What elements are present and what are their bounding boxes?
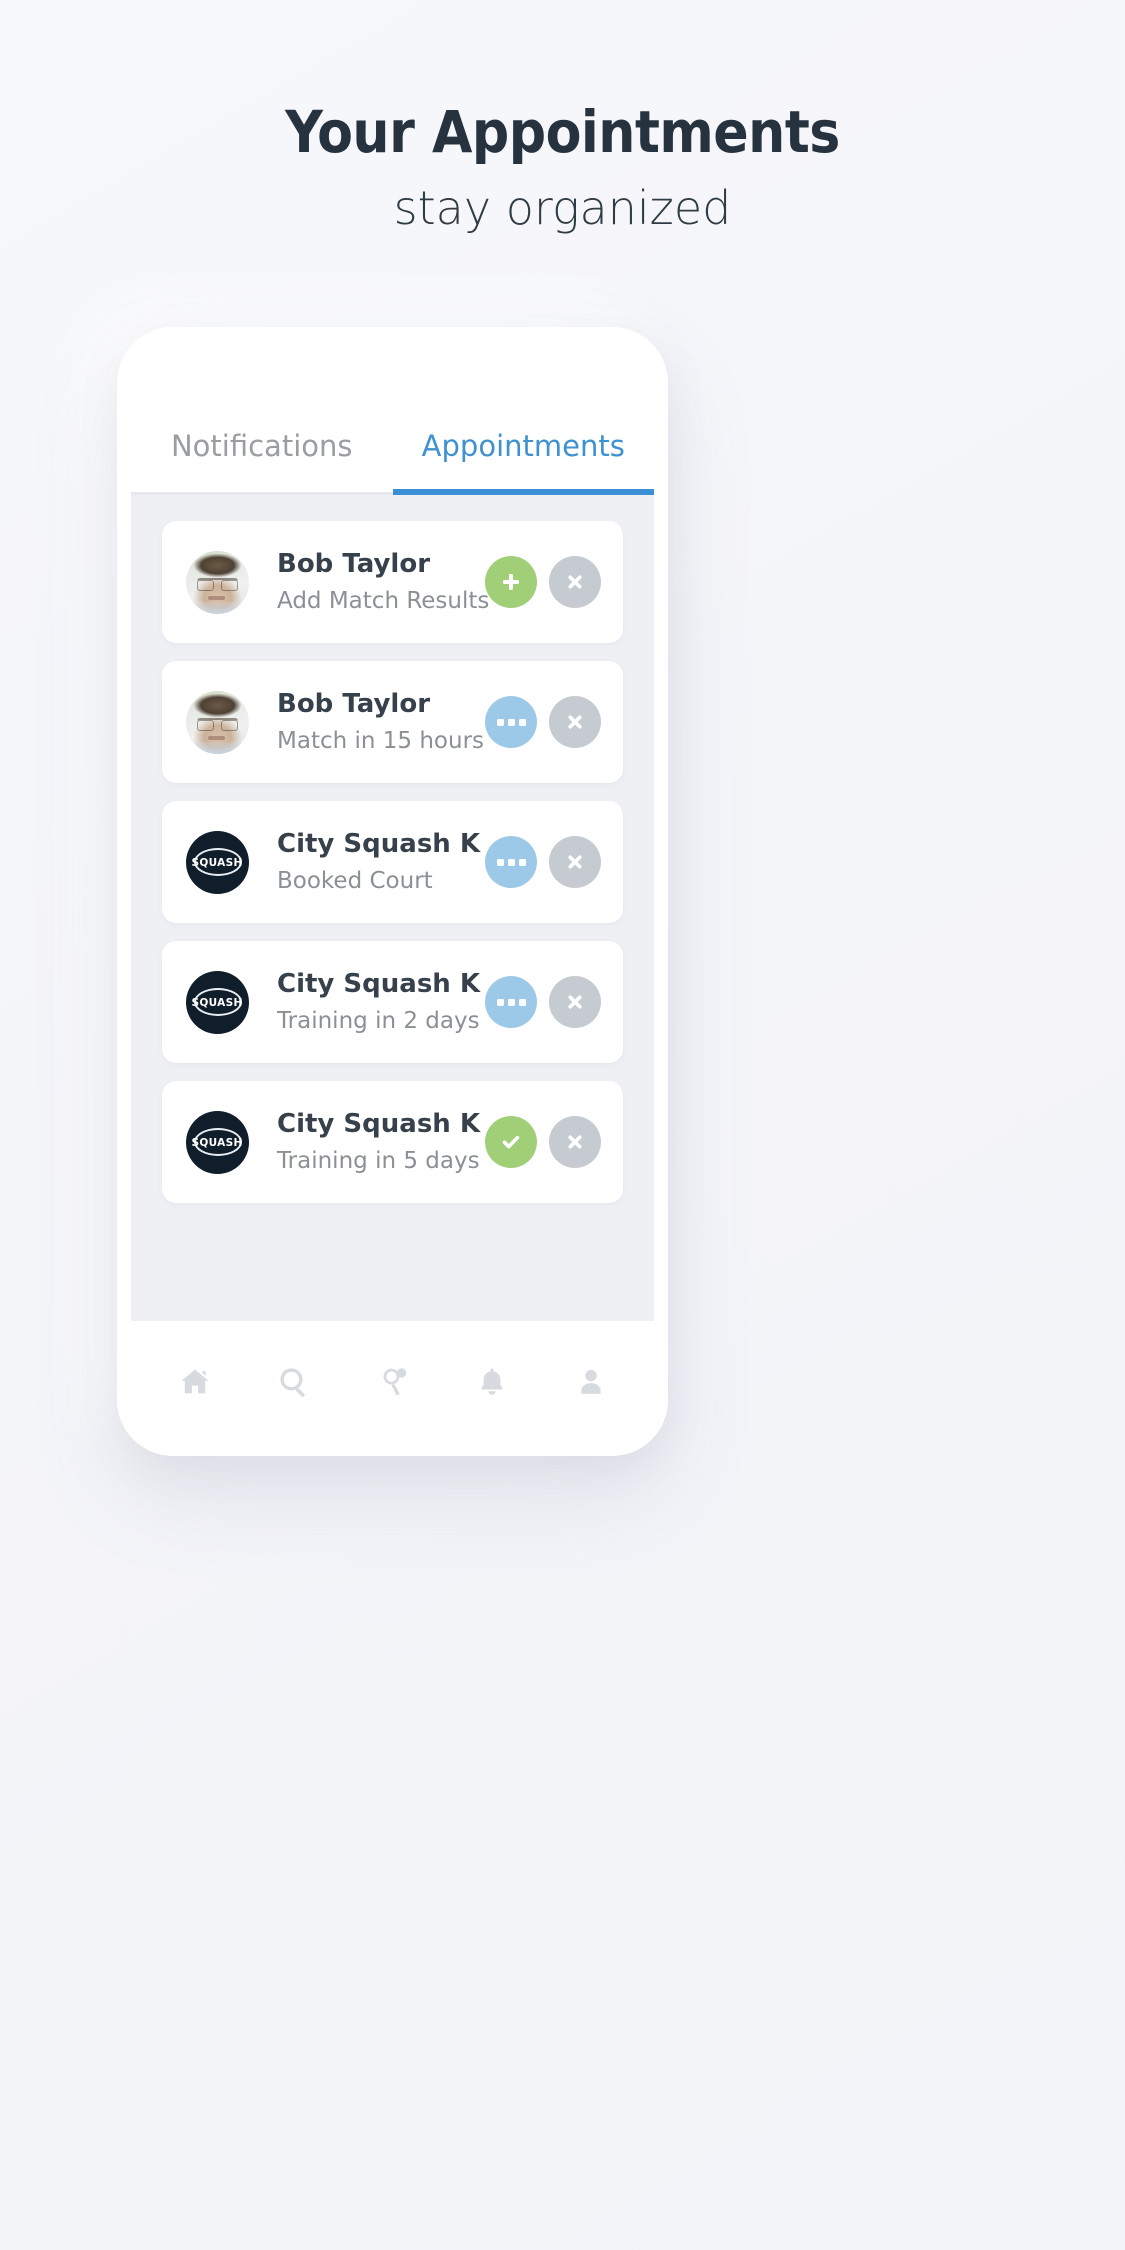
tab-notifications-label: Notifications — [170, 429, 353, 463]
list-item-text: Bob Taylor Add Match Results — [249, 548, 490, 615]
list-item-title: City Squash K — [277, 1109, 480, 1140]
list-item-title: City Squash K — [277, 829, 480, 860]
nav-item-profile[interactable] — [559, 1350, 623, 1414]
more-button[interactable] — [485, 696, 537, 748]
club-logo-text: SQUASH — [192, 1135, 244, 1149]
bottom-navigation — [131, 1321, 654, 1443]
list-item-text: Bob Taylor Match in 15 hours — [249, 688, 485, 755]
dismiss-button[interactable] — [549, 976, 601, 1028]
avatar: SQUASH — [186, 970, 249, 1034]
phone-frame: Notifications Appointments Bob Taylor Ad… — [117, 327, 668, 1456]
list-item-actions — [485, 976, 601, 1028]
list-item-subtitle: Training in 5 days — [277, 1147, 480, 1174]
glasses-detail — [197, 717, 238, 731]
list-item-text: City Squash K Training in 5 days — [249, 1108, 485, 1175]
nav-item-notifications[interactable] — [460, 1350, 524, 1414]
list-item[interactable]: SQUASH City Squash K Training in 5 days — [162, 1081, 623, 1203]
club-logo-text: SQUASH — [192, 995, 244, 1009]
home-icon — [180, 1369, 209, 1394]
nav-item-search[interactable] — [262, 1350, 326, 1414]
list-item-text: City Squash K Training in 2 days — [249, 968, 485, 1035]
dismiss-button[interactable] — [549, 696, 601, 748]
page-header: Your Appointments stay organized — [0, 0, 1125, 233]
profile-icon — [580, 1369, 601, 1394]
phone-screen: Notifications Appointments Bob Taylor Ad… — [131, 340, 654, 1443]
club-logo-icon: SQUASH — [192, 1128, 244, 1156]
more-icon — [496, 858, 526, 866]
list-item-title: City Squash K — [277, 969, 480, 1000]
racquet-icon — [383, 1368, 406, 1396]
close-icon — [568, 995, 582, 1009]
list-item[interactable]: Bob Taylor Match in 15 hours — [162, 661, 623, 783]
avatar — [186, 550, 249, 614]
tab-bar: Notifications Appointments — [131, 340, 654, 495]
close-icon — [568, 575, 582, 589]
dismiss-button[interactable] — [549, 1116, 601, 1168]
more-icon — [496, 718, 526, 726]
tab-appointments[interactable]: Appointments — [392, 429, 655, 495]
page-title: Your Appointments — [285, 98, 840, 166]
plus-icon — [503, 574, 519, 590]
collar-detail — [186, 601, 249, 614]
more-button[interactable] — [485, 836, 537, 888]
page-subtitle: stay organized — [393, 180, 732, 235]
dismiss-button[interactable] — [549, 836, 601, 888]
mouth-detail — [208, 595, 225, 600]
list-item-actions — [485, 696, 601, 748]
glasses-detail — [197, 577, 238, 591]
close-icon — [568, 1135, 582, 1149]
confirm-button[interactable] — [485, 1116, 537, 1168]
avatar: SQUASH — [186, 830, 249, 894]
list-item[interactable]: SQUASH City Squash K Booked Court — [162, 801, 623, 923]
more-button[interactable] — [485, 976, 537, 1028]
list-item-text: City Squash K Booked Court — [249, 828, 485, 895]
club-logo-icon: SQUASH — [192, 848, 244, 876]
avatar — [186, 690, 249, 754]
list-item-subtitle: Add Match Results — [277, 587, 490, 614]
collar-detail — [186, 741, 249, 754]
club-logo-text: SQUASH — [192, 855, 244, 869]
list-item-subtitle: Booked Court — [277, 867, 433, 894]
appointments-list: Bob Taylor Add Match Results Bob Taylor … — [131, 495, 654, 1321]
list-item-actions — [485, 836, 601, 888]
nav-item-matches[interactable] — [361, 1350, 425, 1414]
close-icon — [568, 715, 582, 729]
tab-notifications[interactable]: Notifications — [131, 429, 393, 495]
bell-icon — [480, 1368, 503, 1395]
tab-appointments-label: Appointments — [421, 429, 625, 463]
close-icon — [568, 855, 582, 869]
list-item-title: Bob Taylor — [277, 549, 431, 580]
avatar: SQUASH — [186, 1110, 249, 1174]
list-item-title: Bob Taylor — [277, 689, 431, 720]
dismiss-button[interactable] — [549, 556, 601, 608]
mouth-detail — [208, 735, 225, 740]
check-icon — [502, 1135, 520, 1149]
list-item[interactable]: SQUASH City Squash K Training in 2 days — [162, 941, 623, 1063]
nav-item-home[interactable] — [163, 1350, 227, 1414]
list-item-actions — [485, 1116, 601, 1168]
club-logo-icon: SQUASH — [192, 988, 244, 1016]
list-item[interactable]: Bob Taylor Add Match Results — [162, 521, 623, 643]
add-button[interactable] — [485, 556, 537, 608]
list-item-subtitle: Match in 15 hours — [277, 727, 485, 754]
more-icon — [496, 998, 526, 1006]
list-item-subtitle: Training in 2 days — [277, 1007, 480, 1034]
search-icon — [279, 1368, 305, 1397]
list-item-actions — [485, 556, 601, 608]
